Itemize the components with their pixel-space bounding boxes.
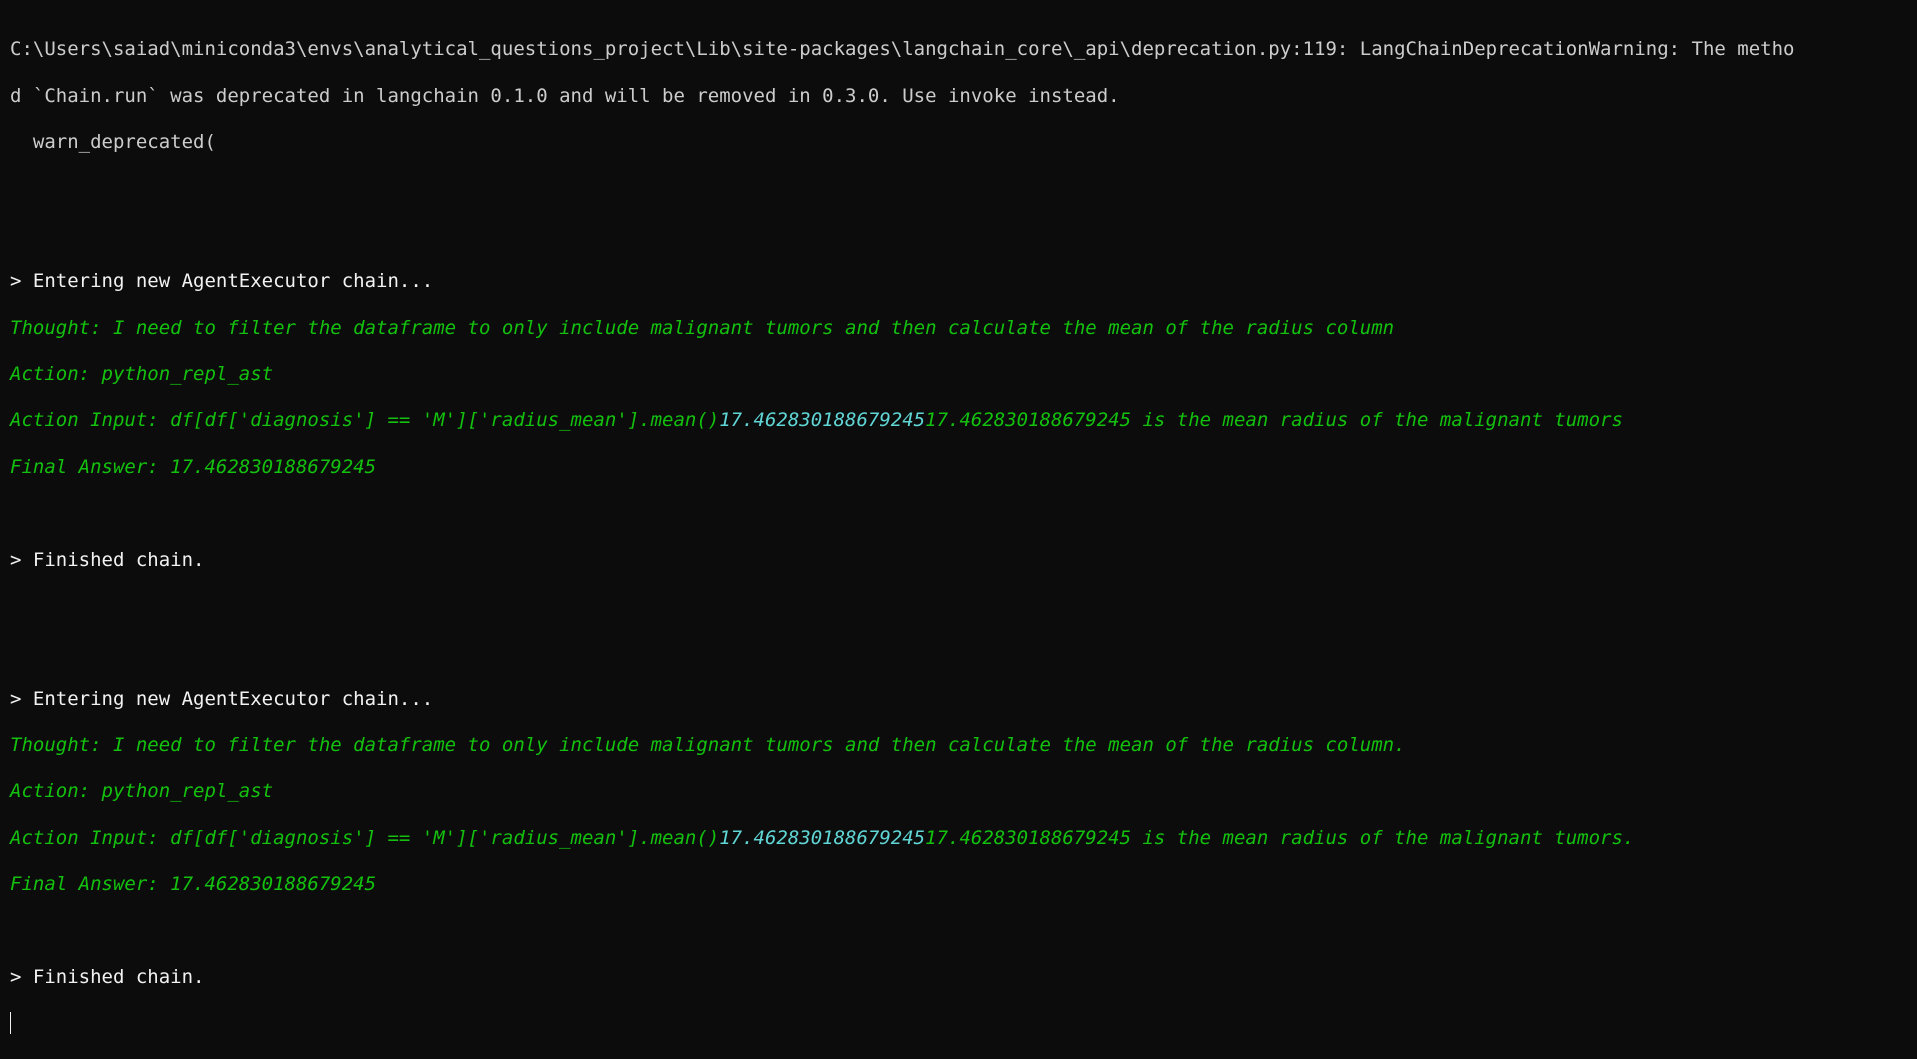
followup-text: 17.462830188679245 is the mean radius of… [925,826,1635,849]
chain-start-line: > Entering new AgentExecutor chain... [10,270,434,293]
action-input-line: Action Input: df[df['diagnosis'] == 'M']… [10,409,1917,432]
chain-start-line: > Entering new AgentExecutor chain... [10,687,434,710]
followup-text: 17.462830188679245 is the mean radius of… [925,409,1623,432]
text-cursor [10,1012,11,1035]
action-line: Action: python_repl_ast [10,362,274,385]
action-input-text: Action Input: df[df['diagnosis'] == 'M']… [10,826,720,849]
final-answer-line: Final Answer: 17.462830188679245 [10,873,377,896]
observation-text: 17.462830188679245 [719,826,926,849]
chain-finished-line: > Finished chain. [10,548,205,571]
terminal-output[interactable]: C:\Users\saiad\miniconda3\envs\analytica… [0,0,1917,1035]
observation-text: 17.462830188679245 [719,409,926,432]
warning-line-2: d `Chain.run` was deprecated in langchai… [10,84,1120,107]
action-line: Action: python_repl_ast [10,780,274,803]
chain-finished-line: > Finished chain. [10,966,205,989]
thought-line: Thought: I need to filter the dataframe … [10,316,1395,339]
warning-line-3: warn_deprecated( [10,130,216,153]
prompt-line[interactable] [10,1012,1917,1035]
action-input-text: Action Input: df[df['diagnosis'] == 'M']… [10,409,720,432]
action-input-line: Action Input: df[df['diagnosis'] == 'M']… [10,827,1917,850]
final-answer-line: Final Answer: 17.462830188679245 [10,455,377,478]
thought-line: Thought: I need to filter the dataframe … [10,734,1406,757]
warning-line-1: C:\Users\saiad\miniconda3\envs\analytica… [10,38,1795,61]
